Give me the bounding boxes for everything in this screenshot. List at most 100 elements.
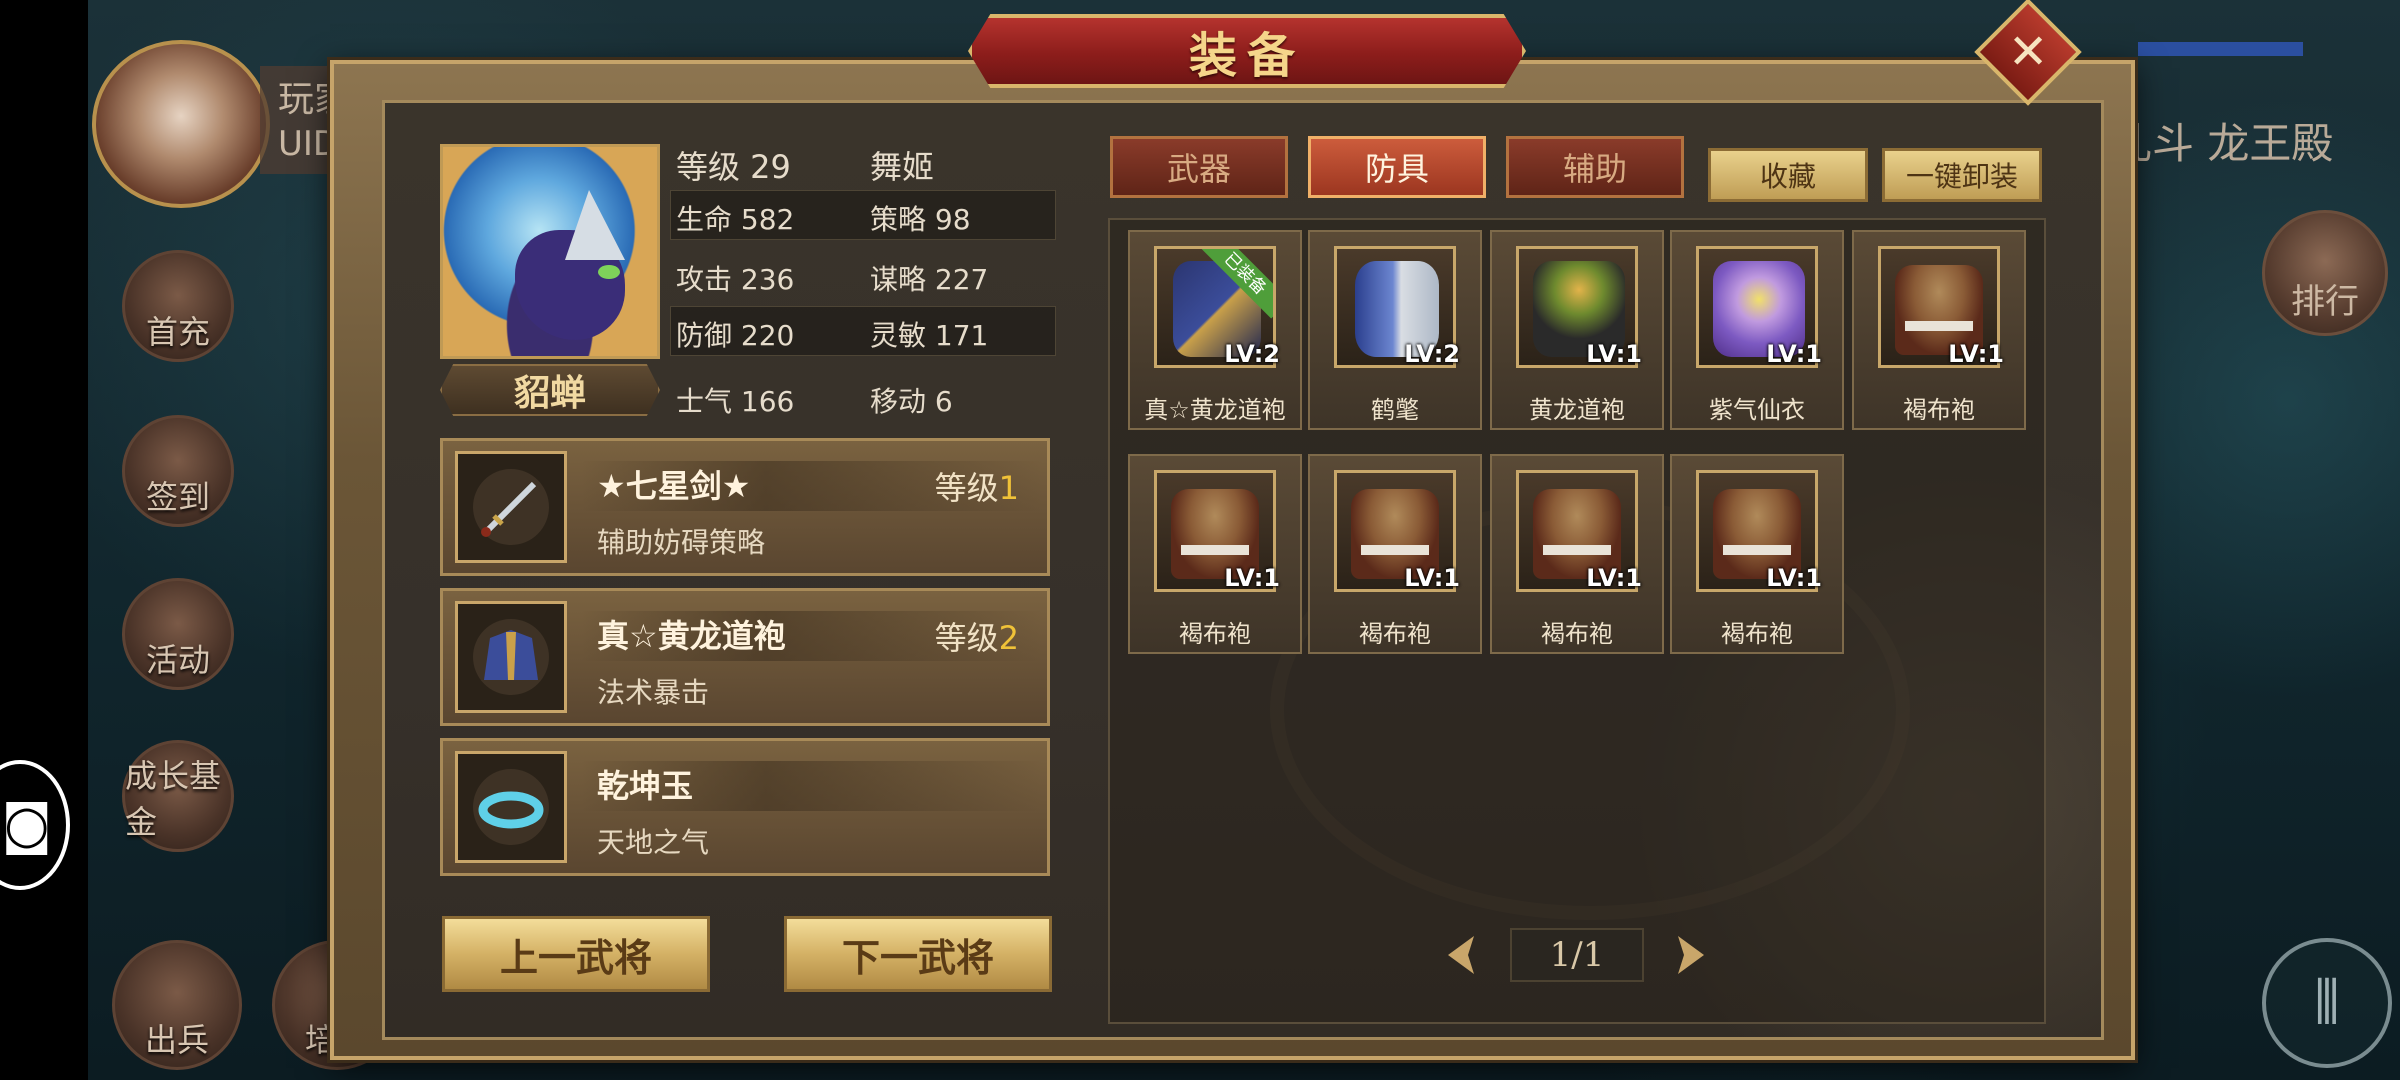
stat-value: 220: [740, 319, 795, 352]
next-general-button[interactable]: 下一武将: [784, 916, 1052, 992]
item-level: LV:1: [1586, 340, 1642, 368]
side-menu-events[interactable]: 活动: [122, 578, 234, 690]
top-progress-bar: [2138, 42, 2303, 56]
item-level: LV:1: [1224, 564, 1280, 592]
side-menu-label: 首充: [145, 313, 210, 351]
prev-general-button[interactable]: 上一武将: [442, 916, 710, 992]
tab-accessory[interactable]: 辅助: [1506, 136, 1684, 198]
tab-label: 辅助: [1562, 150, 1627, 188]
portrait-creature-eye: [598, 265, 620, 279]
item-name: 黄龙道袍: [1529, 396, 1625, 424]
prev-page-arrow-icon[interactable]: [1440, 932, 1486, 978]
equipped-item-desc: 辅助妨碍策略: [597, 526, 766, 559]
equipped-item-level: 等级1: [935, 463, 1019, 509]
item-name: 真☆黄龙道袍: [1144, 396, 1286, 424]
dialog-title: 装备: [1188, 28, 1305, 84]
stat-label: 防御: [676, 319, 733, 352]
stat-label: 攻击: [676, 263, 733, 296]
player-avatar[interactable]: [92, 40, 270, 208]
collect-button[interactable]: 收藏: [1708, 148, 1868, 202]
collect-label: 收藏: [1759, 160, 1816, 193]
stat-value: 6: [934, 385, 953, 418]
stat-strategy: 策略 98: [870, 198, 971, 238]
item-name: 褐布袍: [1903, 396, 1975, 424]
level-label: 等级: [934, 619, 999, 657]
stat-label: 移动: [870, 385, 927, 418]
tab-weapon[interactable]: 武器: [1110, 136, 1288, 198]
inventory-slot[interactable]: LV:1 褐布袍: [1852, 230, 2026, 430]
level-label: 等级: [934, 469, 999, 507]
tab-label: 武器: [1166, 150, 1231, 188]
item-level: LV:1: [1586, 564, 1642, 592]
stat-agility: 灵敏 171: [870, 314, 988, 354]
equipped-accessory-card[interactable]: 乾坤玉 天地之气: [440, 738, 1050, 876]
level-number: 1: [998, 469, 1019, 507]
item-name: 褐布袍: [1179, 620, 1251, 648]
stat-morale: 士气 166: [676, 380, 794, 420]
stat-value: 166: [740, 385, 795, 418]
equipped-item-level: 等级2: [935, 613, 1019, 659]
inventory-slot[interactable]: LV:1 褐布袍: [1670, 454, 1844, 654]
page-indicator: 1/1: [1510, 928, 1644, 982]
ranking-label: 排行: [2291, 282, 2359, 322]
item-level: LV:1: [1948, 340, 2004, 368]
stat-defense: 防御 220: [676, 314, 794, 354]
stat-tactics: 谋略 227: [870, 258, 988, 298]
equipped-item-name: 真☆黄龙道袍: [597, 617, 786, 655]
item-level: LV:2: [1224, 340, 1280, 368]
inventory-slot[interactable]: 已装备 LV:2 真☆黄龙道袍: [1128, 230, 1302, 430]
stat-attack: 攻击 236: [676, 258, 794, 298]
stat-value: 236: [740, 263, 795, 296]
equipped-item-desc: 法术暴击: [597, 676, 710, 709]
stat-value: 171: [934, 319, 989, 352]
stat-label: 生命: [676, 203, 733, 236]
inventory-slot[interactable]: LV:1 黄龙道袍: [1490, 230, 1664, 430]
tab-armor[interactable]: 防具: [1308, 136, 1486, 198]
stat-value: 227: [934, 263, 989, 296]
item-level: LV:1: [1766, 340, 1822, 368]
inventory-slot[interactable]: LV:1 褐布袍: [1308, 454, 1482, 654]
prev-general-label: 上一武将: [499, 934, 652, 980]
item-name: 鹤氅: [1371, 396, 1419, 424]
sword-icon: [455, 451, 567, 563]
stat-label: 谋略: [870, 263, 927, 296]
next-general-label: 下一武将: [841, 934, 994, 980]
inventory-slot[interactable]: LV:1 褐布袍: [1128, 454, 1302, 654]
item-name: 褐布袍: [1541, 620, 1613, 648]
item-name: 紫气仙衣: [1709, 396, 1805, 424]
robe-icon: [455, 601, 567, 713]
inventory-slot[interactable]: LV:1 褐布袍: [1490, 454, 1664, 654]
close-icon: ✕: [2007, 24, 2049, 80]
ranking-button[interactable]: 排行: [2262, 210, 2388, 336]
side-menu-growth-fund[interactable]: 成长基金: [122, 740, 234, 852]
side-menu-label: 出兵: [144, 1021, 209, 1059]
general-name-plate: 貂蝉: [440, 364, 660, 416]
stat-movement: 移动 6: [870, 380, 953, 420]
unequip-all-label: 一键卸装: [1905, 160, 2018, 193]
equipped-armor-card[interactable]: 真☆黄龙道袍 等级2 法术暴击: [440, 588, 1050, 726]
side-menu-label: 成长基金: [125, 757, 222, 841]
item-level: LV:1: [1404, 564, 1460, 592]
item-name: 褐布袍: [1721, 620, 1793, 648]
arena-title: 乱斗 龙王殿: [2110, 119, 2334, 168]
equipped-item-name: 乾坤玉: [597, 767, 694, 805]
inventory-slot[interactable]: LV:1 紫气仙衣: [1670, 230, 1844, 430]
main-menu-icon[interactable]: ⦀: [2262, 938, 2392, 1068]
tab-label: 防具: [1364, 150, 1429, 188]
general-level: 等级 29: [676, 148, 791, 186]
side-menu-sign-in[interactable]: 签到: [122, 415, 234, 527]
stat-hp: 生命 582: [676, 198, 794, 238]
general-class: 舞姬: [870, 148, 935, 186]
next-page-arrow-icon[interactable]: [1666, 932, 1712, 978]
unequip-all-button[interactable]: 一键卸装: [1882, 148, 2042, 202]
page-text: 1/1: [1549, 935, 1605, 975]
level-number: 2: [998, 619, 1019, 657]
side-menu-first-recharge[interactable]: 首充: [122, 250, 234, 362]
inventory-slot[interactable]: LV:2 鹤氅: [1308, 230, 1482, 430]
stat-label: 策略: [870, 203, 927, 236]
equipped-item-name: ★七星剑★: [597, 467, 751, 505]
item-level: LV:2: [1404, 340, 1460, 368]
general-name: 貂蝉: [513, 372, 586, 414]
bottom-menu-deploy[interactable]: 出兵: [112, 940, 242, 1070]
equipped-weapon-card[interactable]: ★七星剑★ 等级1 辅助妨碍策略: [440, 438, 1050, 576]
